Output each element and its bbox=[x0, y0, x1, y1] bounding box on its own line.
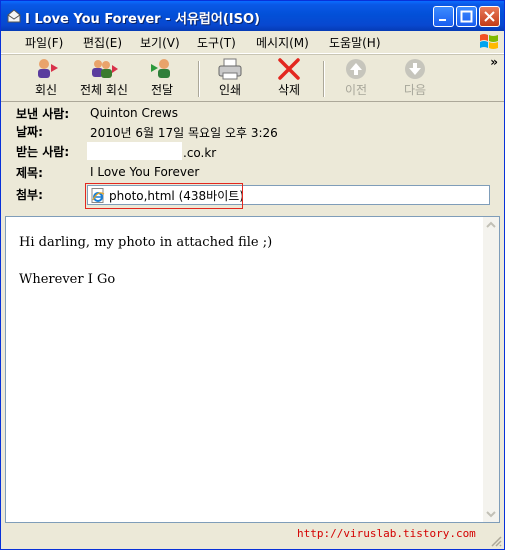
from-label: 보낸 사람: bbox=[16, 107, 70, 121]
maximize-button[interactable] bbox=[456, 6, 477, 27]
delete-label: 삭제 bbox=[277, 83, 301, 97]
reply-button[interactable]: 회신 bbox=[16, 58, 76, 100]
arrow-up-icon bbox=[346, 59, 366, 79]
toolbar: 회신 전체 회신 전달 인쇄 삭제 이전 다음 » bbox=[1, 54, 504, 102]
reply-icon bbox=[38, 59, 58, 78]
message-header: 보낸 사람: Quinton Crews 날짜: 2010년 6월 17일 목요… bbox=[1, 101, 504, 215]
message-line-1: Hi darling, my photo in attached file ;) bbox=[19, 235, 273, 250]
subject-label: 제목: bbox=[16, 166, 43, 180]
menu-bar: 파일(F) 편집(E) 보기(V) 도구(T) 메시지(M) 도움말(H) bbox=[1, 31, 504, 54]
close-icon bbox=[484, 11, 495, 22]
attachment-highlight-box bbox=[85, 183, 243, 209]
arrow-down-icon bbox=[405, 59, 425, 79]
status-bar: http://viruslab.tistory.com bbox=[1, 524, 504, 549]
menu-help[interactable]: 도움말(H) bbox=[329, 34, 381, 51]
title-bar[interactable]: I Love You Forever - 서유럽어(ISO) bbox=[1, 1, 504, 31]
menu-edit[interactable]: 편집(E) bbox=[83, 34, 122, 51]
scroll-down-arrow-icon[interactable] bbox=[483, 506, 499, 522]
redacted-recipient bbox=[87, 142, 182, 160]
maximize-icon bbox=[460, 10, 473, 23]
message-body[interactable]: Hi darling, my photo in attached file ;)… bbox=[5, 216, 500, 523]
reply-all-icon bbox=[92, 60, 118, 78]
menu-tools[interactable]: 도구(T) bbox=[197, 34, 236, 51]
watermark-link: http://viruslab.tistory.com bbox=[297, 527, 476, 540]
next-label: 다음 bbox=[403, 83, 427, 97]
windows-logo-icon bbox=[480, 34, 498, 49]
to-label: 받는 사람: bbox=[16, 145, 70, 159]
previous-button[interactable]: 이전 bbox=[326, 58, 386, 100]
menu-view[interactable]: 보기(V) bbox=[140, 34, 180, 51]
to-domain: .co.kr bbox=[183, 146, 217, 160]
delete-x-icon bbox=[278, 58, 300, 80]
minimize-icon bbox=[439, 19, 446, 21]
vertical-scrollbar[interactable] bbox=[483, 217, 499, 522]
from-value: Quinton Crews bbox=[90, 106, 178, 120]
message-line-2: Wherever I Go bbox=[19, 272, 116, 287]
next-button[interactable]: 다음 bbox=[385, 58, 445, 100]
printer-icon bbox=[218, 58, 242, 80]
print-button[interactable]: 인쇄 bbox=[200, 58, 260, 100]
print-label: 인쇄 bbox=[218, 83, 242, 97]
reply-all-button[interactable]: 전체 회신 bbox=[74, 58, 134, 100]
close-button[interactable] bbox=[479, 6, 500, 27]
subject-value: I Love You Forever bbox=[90, 165, 200, 179]
forward-button[interactable]: 전달 bbox=[132, 58, 192, 100]
reply-all-label: 전체 회신 bbox=[80, 83, 128, 97]
window-title: I Love You Forever - 서유럽어(ISO) bbox=[25, 12, 260, 27]
reply-label: 회신 bbox=[34, 83, 58, 97]
menu-message[interactable]: 메시지(M) bbox=[256, 34, 309, 51]
resize-grip-icon[interactable] bbox=[490, 535, 502, 547]
date-value: 2010년 6월 17일 목요일 오후 3:26 bbox=[90, 126, 278, 140]
date-label: 날짜: bbox=[16, 125, 43, 139]
toolbar-overflow-chevron[interactable]: » bbox=[490, 55, 498, 69]
envelope-icon bbox=[7, 9, 21, 23]
mail-window: I Love You Forever - 서유럽어(ISO) 파일(F) 편집(… bbox=[0, 0, 505, 550]
scroll-up-arrow-icon[interactable] bbox=[483, 217, 499, 233]
forward-label: 전달 bbox=[150, 83, 174, 97]
forward-icon bbox=[151, 59, 170, 78]
minimize-button[interactable] bbox=[433, 6, 454, 27]
attach-label: 첨부: bbox=[16, 188, 43, 202]
previous-label: 이전 bbox=[344, 83, 368, 97]
toolbar-separator bbox=[323, 61, 325, 97]
delete-button[interactable]: 삭제 bbox=[259, 58, 319, 100]
menu-file[interactable]: 파일(F) bbox=[25, 34, 63, 51]
